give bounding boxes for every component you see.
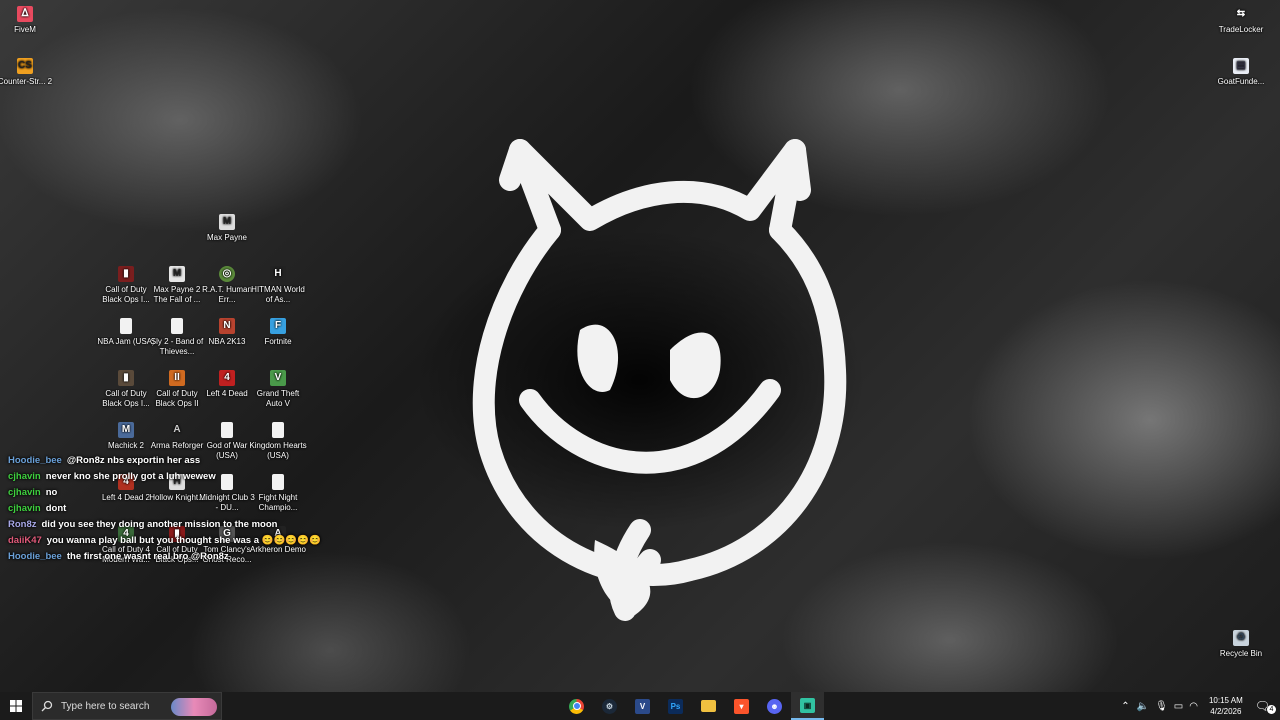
tradelocker-icon: ⇆: [1236, 8, 1246, 19]
cod-black-ops-icon: ▮: [118, 266, 134, 282]
file-icon: [272, 422, 284, 438]
chat-username: daiiK47: [8, 535, 42, 546]
chevron-up-icon[interactable]: ⌃: [1117, 701, 1133, 712]
max-payne-icon: M: [219, 214, 235, 230]
hitman-icon: H: [270, 266, 286, 282]
taskbar-steam[interactable]: ⚙: [593, 692, 626, 720]
chat-message: daiiK47 you wanna play ball but you thoug…: [8, 533, 368, 549]
chat-text: @Ron8z nbs exportin her ass: [66, 455, 201, 466]
chat-username: Ron8z: [8, 519, 37, 530]
discord-icon: ☻: [767, 698, 782, 714]
file-explorer-icon: [701, 700, 716, 712]
chrome-icon: [569, 698, 584, 714]
taskbar-search-box[interactable]: Type here to search: [32, 692, 222, 720]
cod-black-ops-icon: ▮: [118, 370, 134, 386]
desktop-icon-tradelocker[interactable]: ⇆ TradeLocker: [1211, 6, 1271, 35]
chat-message: Ron8z did you see they doing another miss…: [8, 517, 368, 533]
chat-text: did you see they doing another mission t…: [41, 519, 278, 530]
taskbar-file-explorer[interactable]: [692, 692, 725, 720]
streamlabs-icon: ▣: [800, 697, 815, 713]
taskbar-discord[interactable]: ☻: [758, 692, 791, 720]
chat-text: the first one wasnt real bro @Ron8z: [66, 551, 229, 562]
rat-icon: ◎: [219, 266, 235, 282]
max-payne-2-icon: M: [169, 266, 185, 282]
taskbar-chrome[interactable]: [560, 692, 593, 720]
goatfunded-icon: ▤: [1233, 58, 1249, 74]
volume-icon[interactable]: 🔈: [1134, 701, 1152, 712]
chat-text: dont: [45, 503, 67, 514]
gta5-icon: V: [270, 370, 286, 386]
taskbar: Type here to search ⚙ V Ps ▾ ☻ ▣ ⌃ 🔈 �: [0, 692, 1280, 720]
chat-username: cjhavin: [8, 471, 41, 482]
emoji-icon: 😊😊😊😊😊: [261, 535, 321, 546]
desktop-icon-recycle-bin[interactable]: ♻ Recycle Bin: [1211, 630, 1271, 659]
wallpaper-devil-face: [472, 139, 847, 621]
desktop-icon-fortnite[interactable]: F Fortnite: [248, 318, 308, 347]
chat-message: Hoodie_bee the first one wasnt real bro @…: [8, 549, 368, 565]
counter-strike-icon: CS: [17, 58, 33, 74]
chat-username: cjhavin: [8, 487, 41, 498]
chat-username: Hoodie_bee: [8, 455, 62, 466]
chat-message: cjhavin dont: [8, 501, 368, 517]
notification-center-button[interactable]: 🗨 4: [1251, 699, 1280, 714]
desktop-icon-max-payne[interactable]: M Max Payne: [197, 214, 257, 243]
taskbar-photoshop[interactable]: Ps: [659, 692, 692, 720]
notification-badge: 4: [1267, 705, 1276, 714]
desktop-icon-gta-5[interactable]: V Grand Theft Auto V: [248, 370, 308, 409]
search-highlight-icon: [171, 698, 217, 716]
chat-message: Hoodie_bee @Ron8z nbs exportin her ass: [8, 453, 368, 469]
nba2k13-icon: N: [219, 318, 235, 334]
taskbar-apps: ⚙ V Ps ▾ ☻ ▣: [560, 692, 824, 720]
recycle-bin-icon: ♻: [1233, 630, 1249, 646]
chat-text: you wanna play ball but you thought she …: [46, 535, 259, 546]
chat-message: cjhavin no: [8, 485, 368, 501]
cod-black-ops-2-icon: II: [169, 370, 185, 386]
chat-text: no: [45, 487, 58, 498]
clock[interactable]: 10:15 AM 4/2/2026: [1201, 695, 1251, 717]
desktop-icon-hitman[interactable]: H HITMAN World of As...: [248, 266, 308, 305]
chat-message: cjhavin never kno she prolly got a luh we…: [8, 469, 368, 485]
taskbar-visual-studio[interactable]: V: [626, 692, 659, 720]
microphone-icon[interactable]: 🎙: [1152, 701, 1171, 712]
network-icon[interactable]: ▭: [1171, 701, 1186, 712]
file-icon: [171, 318, 183, 334]
search-icon: [41, 700, 53, 712]
desktop-icon-counter-strike[interactable]: CS Counter-Str... 2: [0, 58, 55, 87]
fortnite-icon: F: [270, 318, 286, 334]
start-button[interactable]: [0, 692, 32, 720]
fivem-icon: ᐃ: [17, 6, 33, 22]
clock-time: 10:15 AM: [1208, 696, 1243, 705]
arma-icon: A: [173, 424, 181, 435]
left4dead-icon: 4: [219, 370, 235, 386]
taskbar-streamlabs[interactable]: ▣: [791, 692, 824, 720]
chat-username: cjhavin: [8, 503, 41, 514]
clock-date: 4/2/2026: [1210, 707, 1242, 716]
windows-icon: [10, 700, 22, 712]
system-tray: ⌃ 🔈 🎙 ▭ ◠ 10:15 AM 4/2/2026 🗨 4: [1117, 692, 1280, 720]
brave-icon: ▾: [734, 698, 749, 714]
desktop: ᐃ FiveM CS Counter-Str... 2 ⇆ TradeLocke…: [0, 0, 1280, 692]
file-icon: [120, 318, 132, 334]
chat-text: never kno she prolly got a luh wewew: [45, 471, 216, 482]
file-icon: [221, 422, 233, 438]
steam-icon: ⚙: [602, 698, 617, 714]
visual-studio-icon: V: [635, 698, 650, 714]
machick-icon: M: [118, 422, 134, 438]
desktop-icon-fivem[interactable]: ᐃ FiveM: [0, 6, 55, 35]
chat-username: Hoodie_bee: [8, 551, 62, 562]
taskbar-brave[interactable]: ▾: [725, 692, 758, 720]
wifi-icon[interactable]: ◠: [1186, 701, 1201, 712]
desktop-icon-goatfunded[interactable]: ▤ GoatFunde...: [1211, 58, 1271, 87]
stream-chat-overlay: Hoodie_bee @Ron8z nbs exportin her ass cj…: [8, 453, 368, 565]
search-placeholder: Type here to search: [61, 700, 150, 712]
photoshop-icon: Ps: [668, 698, 683, 714]
